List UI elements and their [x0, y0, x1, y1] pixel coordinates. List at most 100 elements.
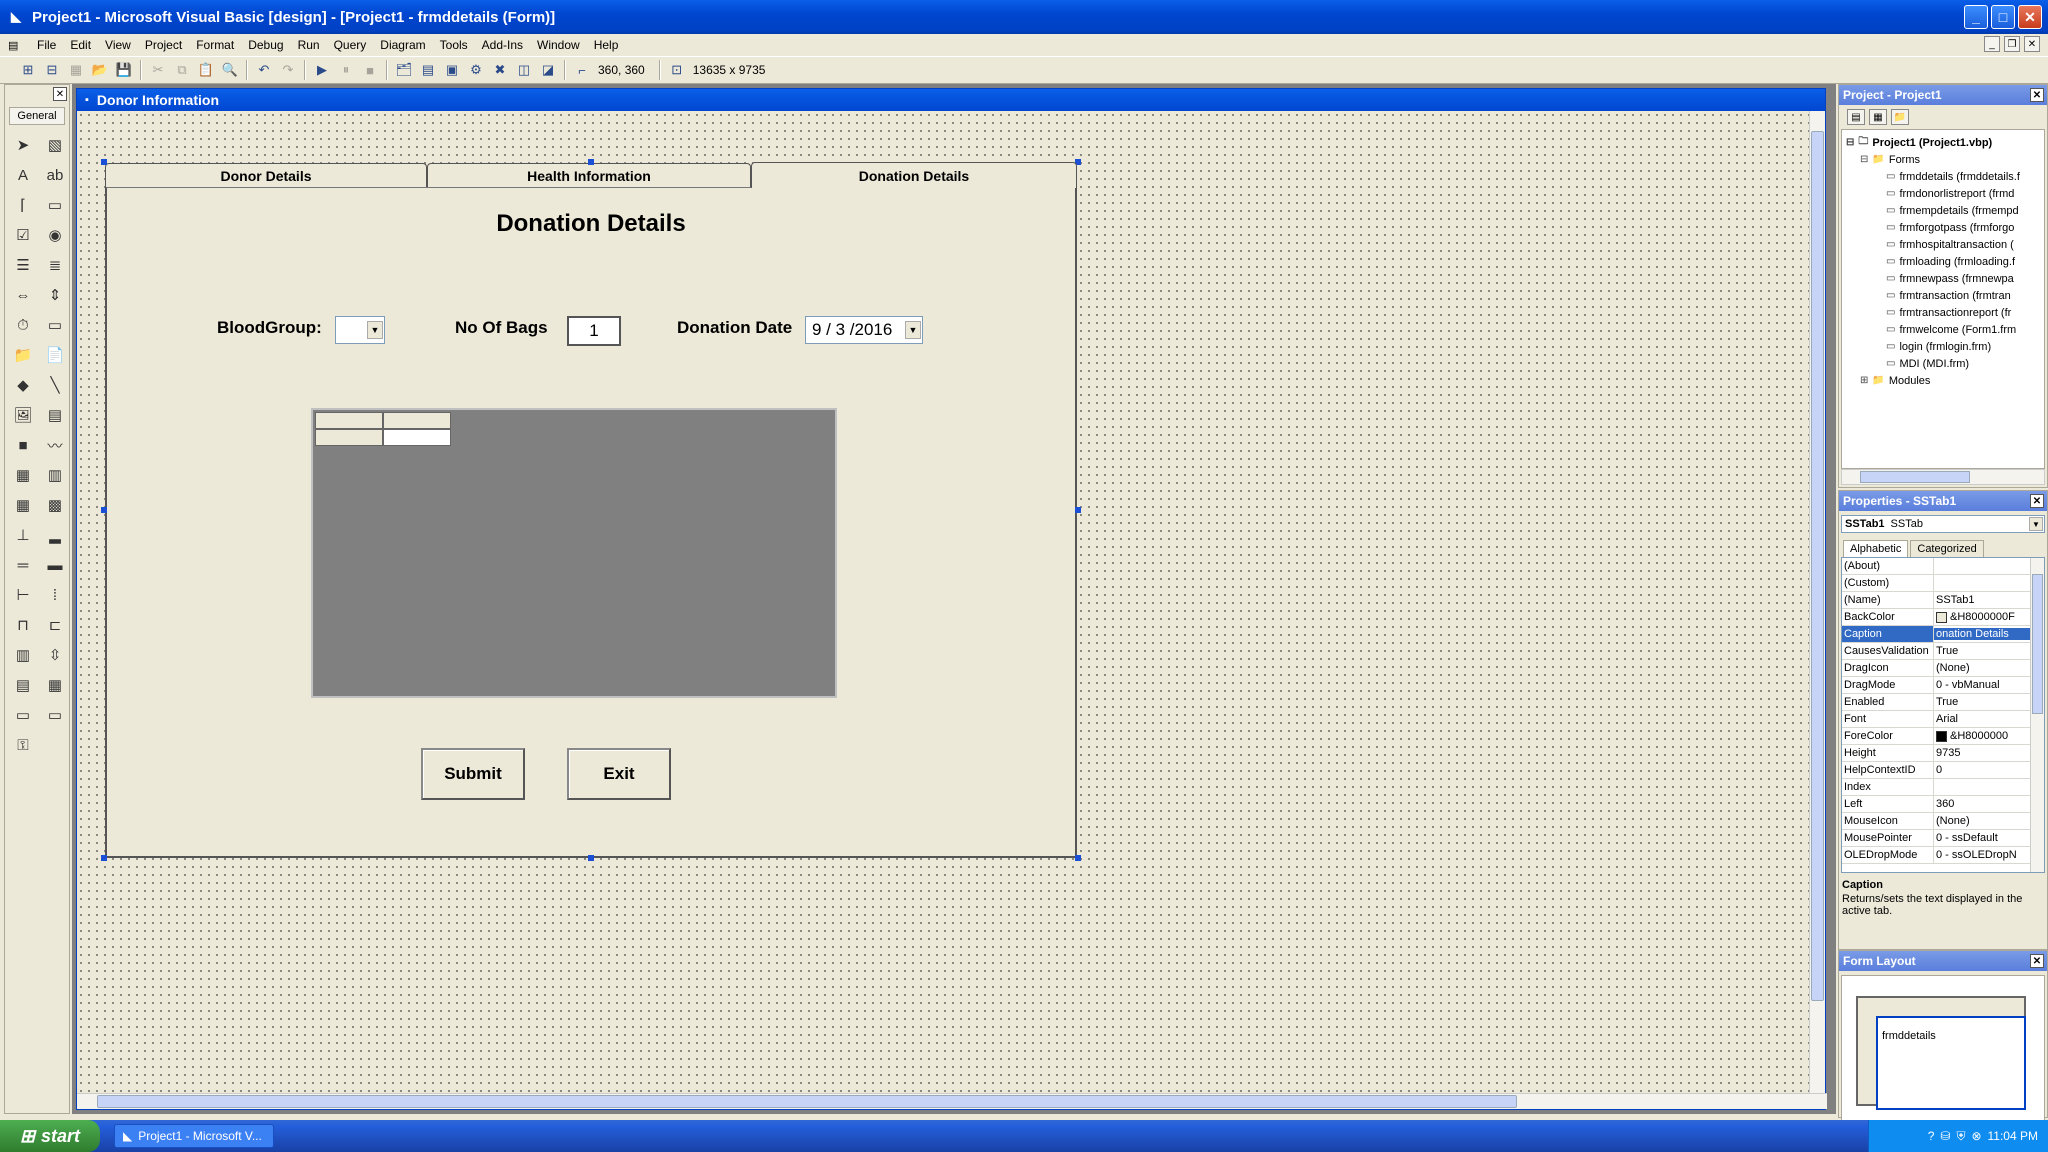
menu-window[interactable]: Window — [530, 38, 587, 52]
tree-form-item[interactable]: ▭ frmtransactionreport (fr — [1886, 304, 2011, 321]
property-value[interactable]: SSTab1 — [1934, 594, 2044, 606]
selection-handle[interactable] — [101, 507, 107, 513]
save-project-icon[interactable]: 💾 — [112, 59, 136, 81]
menu-diagram[interactable]: Diagram — [373, 38, 432, 52]
tab-categorized[interactable]: Categorized — [1910, 540, 1984, 557]
property-row[interactable]: DragIcon (None) — [1842, 660, 2044, 677]
child-minimize-button[interactable]: _ — [1984, 36, 2000, 52]
submit-button[interactable]: Submit — [421, 748, 525, 800]
grid-data-cell[interactable] — [383, 429, 451, 446]
selection-handle[interactable] — [101, 159, 107, 165]
property-grid[interactable]: (About) (Custom) (Name) SSTab1 BackColor &H80… — [1841, 557, 2045, 873]
menu-tools[interactable]: Tools — [433, 38, 475, 52]
property-row[interactable]: (Custom) — [1842, 575, 2044, 592]
menu-help[interactable]: Help — [587, 38, 626, 52]
menu-editor-icon[interactable]: ▦ — [64, 59, 88, 81]
tree-project-root[interactable]: ⊟ 🗀 Project1 (Project1.vbp) — [1846, 134, 1992, 151]
tree-form-item[interactable]: ▭ frmtransaction (frmtran — [1886, 287, 2011, 304]
property-value[interactable]: (None) — [1934, 662, 2044, 674]
data-tool-icon[interactable]: ▤ — [41, 401, 69, 429]
property-value[interactable]: 0 - ssOLEDropN — [1934, 849, 2044, 861]
paste-icon[interactable]: 📋 — [194, 59, 218, 81]
flexgrid-tool-icon[interactable]: ▦ — [9, 491, 37, 519]
donation-date-picker[interactable]: 9 / 3 /2016 ▼ — [805, 316, 923, 344]
listview-tool-icon[interactable]: ⁞ — [41, 581, 69, 609]
optionbutton-tool-icon[interactable]: ◉ — [41, 221, 69, 249]
drivelistbox-tool-icon[interactable]: ▭ — [41, 311, 69, 339]
datalist-tool-icon[interactable]: ▩ — [41, 491, 69, 519]
property-value[interactable]: &H8000000F — [1934, 611, 2044, 623]
copy-icon[interactable]: ⧉ — [170, 59, 194, 81]
property-row[interactable]: HelpContextID 0 — [1842, 762, 2044, 779]
property-row[interactable]: MousePointer 0 - ssDefault — [1842, 830, 2044, 847]
property-value[interactable]: Arial — [1934, 713, 2044, 725]
menu-file[interactable]: File — [30, 38, 63, 52]
collapse-icon[interactable]: ⊟ — [1860, 154, 1868, 165]
menu-edit[interactable]: Edit — [63, 38, 98, 52]
tree-form-item[interactable]: ▭ frmwelcome (Form1.frm — [1886, 321, 2016, 338]
progressbar-tool-icon[interactable]: ▂ — [41, 521, 69, 549]
property-value[interactable]: onation Details — [1934, 628, 2044, 640]
toolbox-close-button[interactable]: ✕ — [53, 87, 67, 101]
security-alert-icon[interactable]: ⊗ — [1971, 1129, 1981, 1143]
property-row[interactable]: Height 9735 — [1842, 745, 2044, 762]
dtpicker-tool-icon[interactable]: ▭ — [9, 701, 37, 729]
chevron-down-icon[interactable]: ▼ — [905, 321, 921, 339]
sstab-control[interactable]: Donor Details Health Information Donatio… — [105, 162, 1077, 858]
close-icon[interactable]: ✕ — [2030, 494, 2044, 508]
ole-tool-icon[interactable]: ■ — [9, 431, 37, 459]
selection-handle[interactable] — [588, 855, 594, 861]
menu-query[interactable]: Query — [327, 38, 374, 52]
layout-form-preview[interactable]: frmddetails — [1876, 1016, 2026, 1110]
view-code-icon[interactable]: ▤ — [1847, 109, 1865, 125]
tree-form-item[interactable]: ▭ login (frmlogin.frm) — [1886, 338, 1991, 355]
project-horizontal-scrollbar[interactable] — [1841, 469, 2045, 485]
combobox-tool-icon[interactable]: ☰ — [9, 251, 37, 279]
form-design-surface[interactable]: Donor Details Health Information Donatio… — [77, 111, 1813, 1093]
menu-view[interactable]: View — [98, 38, 138, 52]
tab-alphabetic[interactable]: Alphabetic — [1843, 540, 1909, 557]
start-button[interactable]: ⊞ start — [0, 1120, 100, 1152]
property-value[interactable]: 0 - vbManual — [1934, 679, 2044, 691]
commondialog-tool-icon[interactable]: ⚿ — [9, 731, 37, 759]
close-icon[interactable]: ✕ — [2030, 88, 2044, 102]
property-row[interactable]: Index — [1842, 779, 2044, 796]
menu-debug[interactable]: Debug — [241, 38, 290, 52]
designer-vertical-scrollbar[interactable] — [1809, 111, 1825, 1093]
tree-forms-folder[interactable]: ⊟ 📁 Forms — [1860, 151, 1920, 168]
toolbox-icon[interactable]: ✖ — [488, 59, 512, 81]
start-icon[interactable]: ▶ — [310, 59, 334, 81]
property-value[interactable]: True — [1934, 645, 2044, 657]
help-icon[interactable]: ? — [1928, 1129, 1935, 1143]
monthview-tool-icon[interactable]: ▦ — [41, 671, 69, 699]
tree-form-item[interactable]: ▭ frmnewpass (frmnewpa — [1886, 270, 2014, 287]
timer-tool-icon[interactable]: ⏱ — [9, 311, 37, 339]
close-icon[interactable]: ✕ — [2030, 954, 2044, 968]
open-project-icon[interactable]: 📂 — [88, 59, 112, 81]
chevron-down-icon[interactable]: ▼ — [367, 321, 383, 339]
expand-icon[interactable]: ⊞ — [1860, 375, 1868, 386]
property-row[interactable]: (About) — [1842, 558, 2044, 575]
adodc-tool-icon[interactable]: ▦ — [9, 461, 37, 489]
clock[interactable]: 11:04 PM — [1988, 1129, 2038, 1143]
data-grid[interactable] — [311, 408, 837, 698]
tree-form-item[interactable]: ▭ frmdonorlistreport (frmd — [1886, 185, 2014, 202]
tree-modules-folder[interactable]: ⊞ 📁 Modules — [1860, 372, 1930, 389]
tab-health-information[interactable]: Health Information — [427, 163, 751, 187]
tab-donor-details[interactable]: Donor Details — [105, 163, 427, 187]
property-value[interactable]: 0 — [1934, 764, 2044, 776]
tree-form-item[interactable]: ▭ frmempdetails (frmempd — [1886, 202, 2019, 219]
line-tool-icon[interactable]: ╲ — [41, 371, 69, 399]
network-icon[interactable]: ⛁ — [1940, 1129, 1950, 1143]
toolbox-general-tab[interactable]: General — [9, 107, 65, 125]
vb-app-icon[interactable]: ◣ — [8, 9, 24, 25]
label-tool-icon[interactable]: A — [9, 161, 37, 189]
property-row[interactable]: CausesValidation True — [1842, 643, 2044, 660]
vscrollbar-tool-icon[interactable]: ⇕ — [41, 281, 69, 309]
textbox-tool-icon[interactable]: ab — [41, 161, 69, 189]
frame-tool-icon[interactable]: ⌈ — [9, 191, 37, 219]
sstab-tool-icon[interactable]: ▥ — [9, 641, 37, 669]
close-button[interactable]: ✕ — [2018, 5, 2042, 29]
add-form-icon[interactable]: ⊟ — [40, 59, 64, 81]
dirlistbox-tool-icon[interactable]: 📁 — [9, 341, 37, 369]
